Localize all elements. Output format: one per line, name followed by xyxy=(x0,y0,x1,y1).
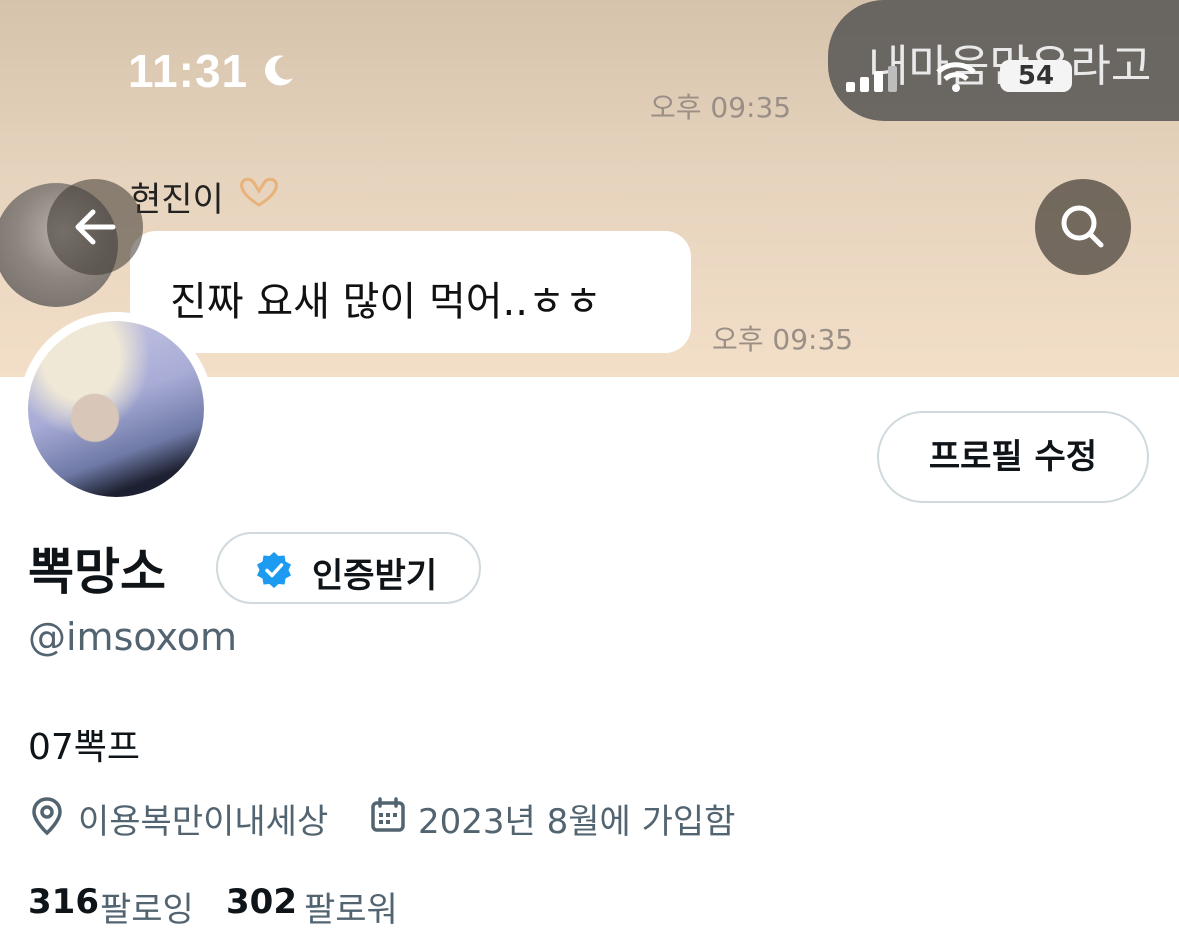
get-verified-button[interactable]: 인증받기 xyxy=(216,532,481,604)
header-banner[interactable]: 오후 09:35 현진이 진짜 요새 많이 먹어..ㅎㅎ 오후 09:35 11… xyxy=(0,0,1179,377)
heart-hands-icon xyxy=(240,177,278,207)
chat-timestamp: 오후 09:35 xyxy=(650,91,792,124)
edit-profile-button[interactable]: 프로필 수정 xyxy=(877,411,1149,503)
chat-timestamp-bottom: 오후 09:35 xyxy=(712,323,854,356)
following-label[interactable]: 팔로잉 xyxy=(100,882,194,931)
join-date: 2023년 8월에 가입함 xyxy=(418,802,736,842)
verified-badge-icon xyxy=(257,552,291,588)
profile-bio: 07뽁프 xyxy=(28,727,141,768)
chat-message: 진짜 요새 많이 먹어..ㅎㅎ xyxy=(170,279,602,325)
search-button[interactable] xyxy=(1035,179,1131,275)
followers-label[interactable]: 팔로워 xyxy=(304,882,398,931)
chat-sender-name: 현진이 xyxy=(130,180,224,220)
followers-count[interactable]: 302 xyxy=(226,882,297,922)
back-button[interactable] xyxy=(47,179,143,275)
moon-icon xyxy=(265,55,293,86)
profile-location: 이용복만이내세상 xyxy=(78,802,329,842)
calendar-icon xyxy=(371,797,405,832)
user-handle: @imsoxom xyxy=(28,615,238,659)
display-name: 뽁망소 xyxy=(28,543,166,601)
following-count[interactable]: 316 xyxy=(28,882,99,922)
signal-icon xyxy=(846,66,897,92)
back-arrow-icon xyxy=(75,209,116,245)
profile-avatar[interactable] xyxy=(28,321,204,497)
get-verified-label: 인증받기 xyxy=(312,556,438,596)
search-icon xyxy=(1061,205,1104,248)
notification-toast[interactable]: 내마음만우라고 54 xyxy=(828,0,1179,121)
location-pin-icon xyxy=(32,797,62,836)
wifi-icon xyxy=(936,62,976,92)
battery-indicator: 54 xyxy=(1000,60,1072,92)
chat-bubble: 진짜 요새 많이 먹어..ㅎㅎ xyxy=(130,231,691,353)
status-time: 11:31 xyxy=(128,45,249,97)
